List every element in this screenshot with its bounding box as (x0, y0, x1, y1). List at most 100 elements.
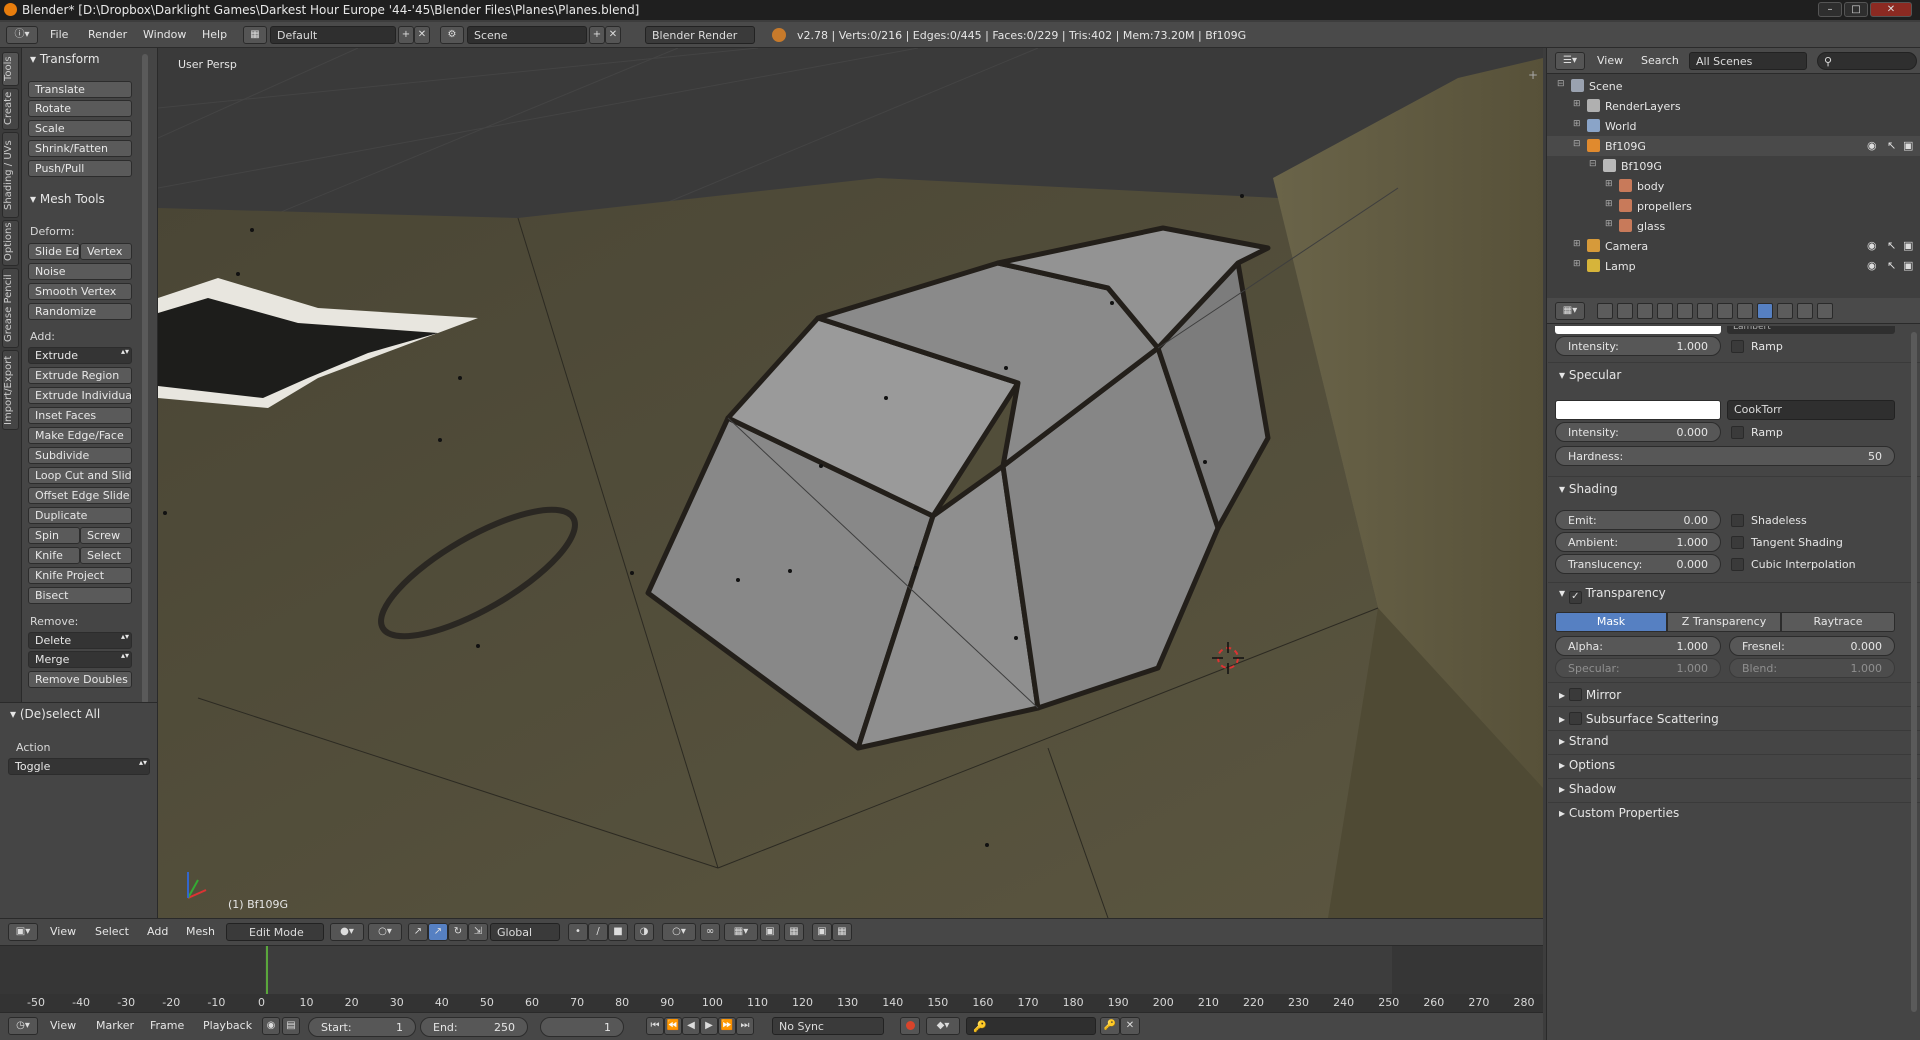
make-edge-face-button[interactable]: Make Edge/Face (28, 427, 132, 444)
menu-mesh[interactable]: Mesh (186, 925, 215, 938)
extrude-individual-button[interactable]: Extrude Individual (28, 387, 132, 404)
extrude-region-button[interactable]: Extrude Region (28, 367, 132, 384)
timeline-area[interactable]: -50 -40 -30 -20 -10 0 10 20 30 40 50 60 70 80 90 100 110… (0, 946, 1543, 1012)
shading-panel-header[interactable]: ▾ Shading (1559, 482, 1618, 496)
expand-toggle-icon[interactable]: ⊟ (1573, 139, 1581, 149)
expand-toggle-icon[interactable]: ⊟ (1589, 159, 1597, 169)
material-context-icon[interactable] (1757, 303, 1773, 319)
transparency-specular-field[interactable]: Specular: 1.000 (1555, 658, 1721, 678)
edge-select-icon[interactable]: / (588, 923, 608, 941)
constraints-context-icon[interactable] (1697, 303, 1713, 319)
snap-icon[interactable]: ∞ (700, 923, 720, 941)
screen-layout-field[interactable]: Default (270, 26, 396, 44)
overlay-icon[interactable]: ▦ (832, 923, 852, 941)
menu-help[interactable]: Help (202, 28, 227, 41)
fresnel-field[interactable]: Fresnel: 0.000 (1729, 636, 1895, 656)
current-frame-field[interactable]: 1 (540, 1017, 624, 1037)
loop-cut-slide-button[interactable]: Loop Cut and Slide (28, 467, 132, 484)
play-reverse-icon[interactable]: ◀ (682, 1017, 700, 1035)
cursor-icon[interactable]: ↖ (1887, 239, 1896, 252)
blend-field[interactable]: Blend: 1.000 (1729, 658, 1895, 678)
delete-dropdown[interactable]: Delete (28, 632, 132, 649)
outliner-item[interactable]: ⊞ World (1547, 116, 1920, 136)
menu-render[interactable]: Render (88, 28, 127, 41)
collapsed-panel-header[interactable]: ▸ Custom Properties (1559, 806, 1679, 820)
active-keying-set-field[interactable]: 🔑 (966, 1017, 1096, 1035)
properties-scrollbar[interactable] (1911, 332, 1917, 1012)
menu-timeline-view[interactable]: View (50, 1019, 76, 1032)
menu-playback[interactable]: Playback (203, 1019, 252, 1032)
merge-dropdown[interactable]: Merge (28, 651, 132, 668)
render-icon[interactable]: ▣ (1903, 139, 1913, 152)
editor-type-info-icon[interactable]: ⓘ▾ (6, 26, 38, 44)
transparency-mode-z[interactable]: Z Transparency (1667, 612, 1781, 632)
editor-type-3dview-icon[interactable]: ▣▾ (8, 923, 38, 941)
noise-button[interactable]: Noise (28, 263, 132, 280)
tab-tools[interactable]: Tools (2, 52, 19, 86)
expand-toggle-icon[interactable]: ⊞ (1573, 99, 1581, 109)
spin-button[interactable]: Spin (28, 527, 80, 544)
panel-enable-checkbox[interactable] (1568, 712, 1582, 725)
outliner-search-input[interactable]: ⚲ (1817, 52, 1917, 70)
screw-button[interactable]: Screw (80, 527, 132, 544)
jump-end-icon[interactable]: ⏭ (736, 1017, 754, 1035)
randomize-button[interactable]: Randomize (28, 303, 132, 320)
modifiers-context-icon[interactable] (1717, 303, 1733, 319)
sync-mode-select[interactable]: No Sync (772, 1017, 884, 1035)
expand-toggle-icon[interactable]: ⊞ (1605, 179, 1613, 189)
translate-button[interactable]: Translate (28, 81, 132, 98)
tab-options[interactable]: Options (2, 220, 19, 266)
eye-icon[interactable]: ◉ (1867, 259, 1877, 272)
camera-view-icon[interactable]: ▣ (812, 923, 832, 941)
outliner-item[interactable]: ⊞ RenderLayers (1547, 96, 1920, 116)
collapsed-panel-header[interactable]: ▸ Strand (1559, 734, 1609, 748)
render-context-icon[interactable] (1597, 303, 1613, 319)
editor-type-properties-icon[interactable]: ▦▾ (1555, 302, 1585, 320)
outliner-item[interactable]: ⊞ glass (1547, 216, 1920, 236)
jump-start-icon[interactable]: ⏮ (646, 1017, 664, 1035)
specular-shader-select[interactable]: CookTorr (1727, 400, 1895, 420)
outliner-item[interactable]: ⊞ propellers (1547, 196, 1920, 216)
viewport-plus-icon[interactable]: + (1528, 68, 1538, 82)
tab-grease-pencil[interactable]: Grease Pencil (2, 268, 19, 348)
outliner-menu-search[interactable]: Search (1641, 54, 1679, 67)
specular-panel-header[interactable]: ▾ Specular (1559, 368, 1621, 382)
menu-view[interactable]: View (50, 925, 76, 938)
tab-create[interactable]: Create (2, 88, 19, 130)
insert-keyframe-icon[interactable]: 🔑 (1100, 1017, 1120, 1035)
offset-edge-slide-button[interactable]: Offset Edge Slide (28, 487, 132, 504)
scene-field[interactable]: Scene (467, 26, 587, 44)
diffuse-ramp-checkbox[interactable] (1731, 340, 1744, 353)
play-icon[interactable]: ▶ (700, 1017, 718, 1035)
render-engine-select[interactable]: Blender Render (645, 26, 755, 44)
collapsed-panel-header[interactable]: ▸ Options (1559, 758, 1615, 772)
shrink-fatten-button[interactable]: Shrink/Fatten (28, 140, 132, 157)
render-icon[interactable]: ▣ (1903, 239, 1913, 252)
outliner-item[interactable]: ⊟ Scene (1547, 76, 1920, 96)
push-pull-button[interactable]: Push/Pull (28, 160, 132, 177)
add-layout-icon[interactable]: + (398, 26, 414, 44)
transparency-panel-header[interactable]: ▾ ✓ Transparency (1559, 586, 1666, 604)
shadeless-checkbox[interactable] (1731, 514, 1744, 527)
keying-set-icon[interactable]: ◉ (262, 1017, 280, 1035)
manipulator-icon[interactable]: ↗ (408, 923, 428, 941)
editor-type-timeline-icon[interactable]: ◷▾ (8, 1017, 38, 1035)
remove-doubles-button[interactable]: Remove Doubles (28, 671, 132, 688)
delete-keyframe-icon[interactable]: ✕ (1120, 1017, 1140, 1035)
extrude-dropdown[interactable]: Extrude (28, 347, 132, 364)
jump-keyframe-back-icon[interactable]: ⏪ (664, 1017, 682, 1035)
toolshelf-scrollbar[interactable] (142, 54, 148, 704)
outliner-item[interactable]: ⊞ Camera ◉ ↖ ▣ (1547, 236, 1920, 256)
translucency-field[interactable]: Translucency: 0.000 (1555, 554, 1721, 574)
transparency-mode-mask[interactable]: Mask (1555, 612, 1667, 632)
transparency-mode-raytrace[interactable]: Raytrace (1781, 612, 1895, 632)
close-window-button[interactable]: ✕ (1870, 2, 1912, 17)
minimize-button[interactable]: – (1818, 2, 1842, 17)
specular-intensity-field[interactable]: Intensity: 0.000 (1555, 422, 1721, 442)
panel-mesh-tools-header[interactable]: ▾ Mesh Tools (30, 192, 105, 206)
add-scene-icon[interactable]: + (589, 26, 605, 44)
knife-select-button[interactable]: Select (80, 547, 132, 564)
jump-keyframe-forward-icon[interactable]: ⏩ (718, 1017, 736, 1035)
scene-context-icon[interactable] (1637, 303, 1653, 319)
expand-toggle-icon[interactable]: ⊞ (1573, 259, 1581, 269)
